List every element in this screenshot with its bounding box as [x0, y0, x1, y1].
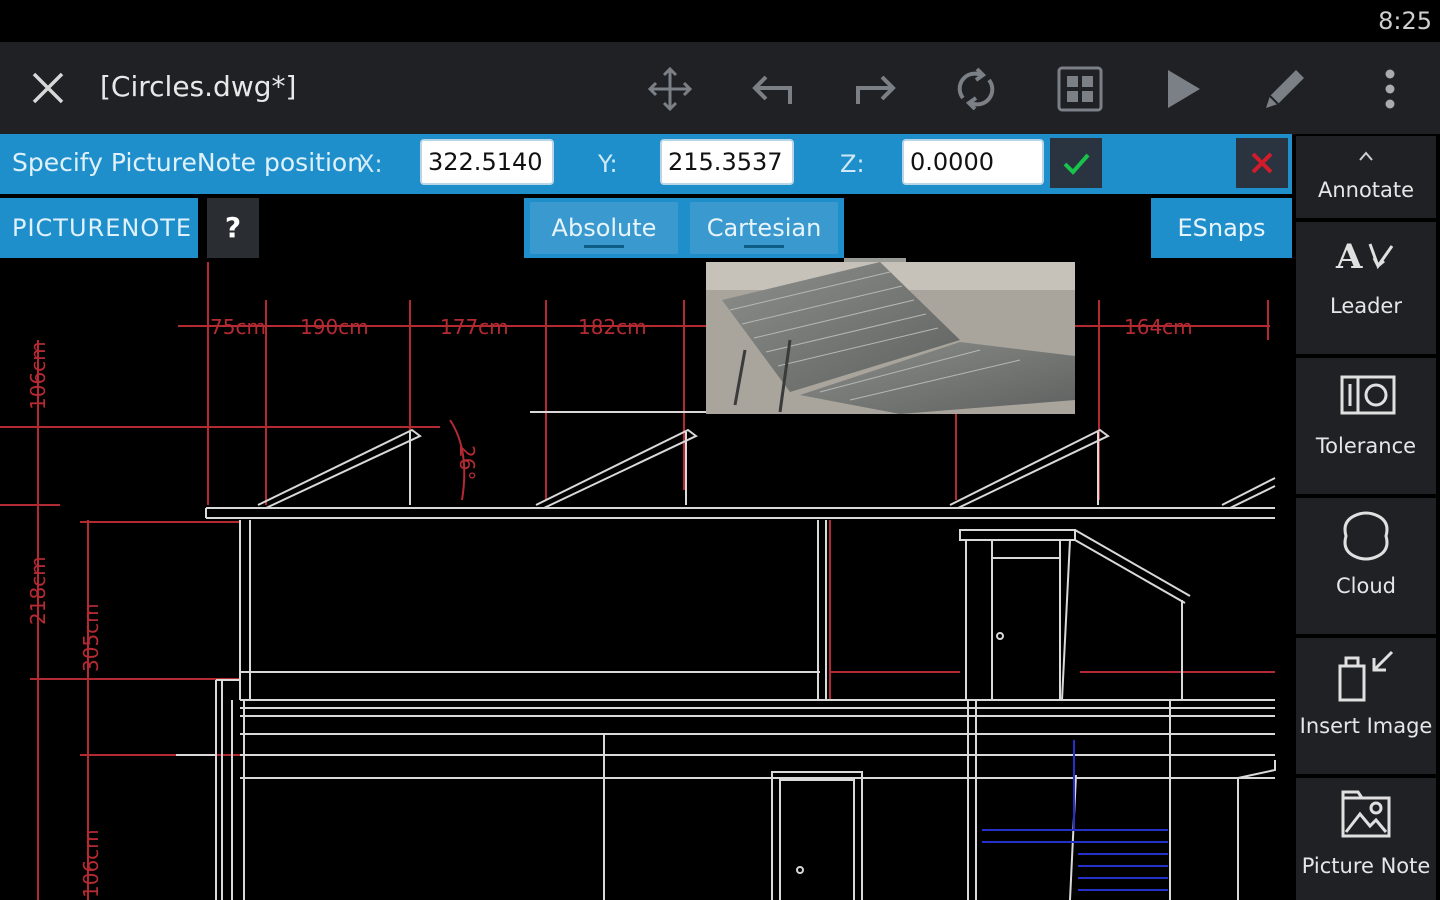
leader-label: Leader	[1329, 294, 1402, 318]
picture-note-label: Picture Note	[1301, 854, 1431, 878]
close-red-icon	[1251, 152, 1273, 174]
more-vert-icon[interactable]	[1370, 64, 1410, 114]
drawing-canvas[interactable]: 75cm 190cm 177cm 182cm 185cm 164cm 106cm…	[0, 258, 1292, 900]
coordinate-entry-bar: Specify PictureNote position X: Y: Z:	[0, 134, 1292, 194]
top-toolbar: [Circles.dwg*]	[0, 42, 1440, 134]
insert-image-label: Insert Image	[1299, 714, 1433, 738]
dim-305cm: 305cm	[79, 603, 103, 672]
dim-106cm-top: 106cm	[26, 341, 50, 410]
esnaps-button[interactable]: ESnaps	[1151, 198, 1292, 258]
annotate-header[interactable]: Annotate	[1296, 136, 1436, 218]
redo-icon[interactable]	[850, 64, 900, 114]
annotate-label: Annotate	[1317, 178, 1415, 202]
pencil-icon[interactable]	[1260, 64, 1310, 114]
close-icon[interactable]	[28, 68, 68, 108]
insert-image-icon	[1338, 650, 1394, 702]
dim-164cm: 164cm	[1124, 315, 1193, 339]
dim-218cm: 218cm	[26, 556, 50, 625]
play-icon[interactable]	[1158, 64, 1208, 114]
dim-182cm: 182cm	[578, 315, 647, 339]
z-coordinate-input[interactable]	[902, 139, 1044, 185]
picture-note-tool[interactable]: Picture Note	[1296, 778, 1436, 900]
absolute-mode-button[interactable]: Absolute	[530, 202, 678, 254]
dim-angle: 26°	[455, 445, 479, 480]
status-bar: 8:25	[0, 0, 1440, 42]
document-title: [Circles.dwg*]	[100, 70, 297, 103]
tolerance-tool[interactable]: Tolerance	[1296, 358, 1436, 494]
dim-190cm: 190cm	[300, 315, 369, 339]
chevron-up-icon	[1359, 151, 1373, 161]
check-icon	[1063, 153, 1090, 175]
cartesian-mode-label: Cartesian	[706, 214, 822, 242]
coordinate-mode-toggle: Absolute Cartesian	[524, 198, 844, 258]
confirm-button[interactable]	[1050, 138, 1102, 188]
leader-tool[interactable]: A Leader	[1296, 222, 1436, 354]
grid-icon[interactable]	[1055, 64, 1105, 114]
command-name: PICTURENOTE	[0, 198, 198, 258]
x-label: X:	[358, 150, 383, 178]
undo-icon[interactable]	[748, 64, 798, 114]
y-label: Y:	[598, 150, 618, 178]
picture-note-image[interactable]	[706, 258, 1075, 414]
cloud-tool[interactable]: Cloud	[1296, 498, 1436, 634]
leader-icon: A	[1335, 237, 1394, 276]
cancel-button[interactable]	[1236, 138, 1288, 188]
tolerance-icon	[1340, 375, 1396, 415]
tolerance-label: Tolerance	[1315, 434, 1417, 458]
cloud-icon	[1343, 511, 1389, 561]
status-time: 8:25	[1378, 7, 1432, 35]
cartesian-mode-button[interactable]: Cartesian	[690, 202, 838, 254]
sync-icon[interactable]	[951, 64, 1001, 114]
dim-177cm: 177cm	[440, 315, 509, 339]
move-icon[interactable]	[645, 64, 695, 114]
dim-106cm-bottom: 106cm	[79, 829, 103, 898]
picture-note-icon	[1341, 790, 1391, 838]
dim-75cm: 75cm	[210, 315, 266, 339]
cloud-label: Cloud	[1336, 574, 1396, 598]
annotate-panel: Annotate A Leader Tolerance Cloud Insert…	[1292, 134, 1440, 900]
z-label: Z:	[840, 150, 865, 178]
svg-text:A: A	[1335, 237, 1363, 276]
y-coordinate-input[interactable]	[660, 139, 794, 185]
x-coordinate-input[interactable]	[420, 139, 554, 185]
insert-image-tool[interactable]: Insert Image	[1296, 638, 1436, 774]
command-prompt: Specify PictureNote position	[12, 148, 364, 177]
absolute-mode-label: Absolute	[551, 214, 657, 242]
help-button[interactable]: ?	[207, 198, 259, 258]
